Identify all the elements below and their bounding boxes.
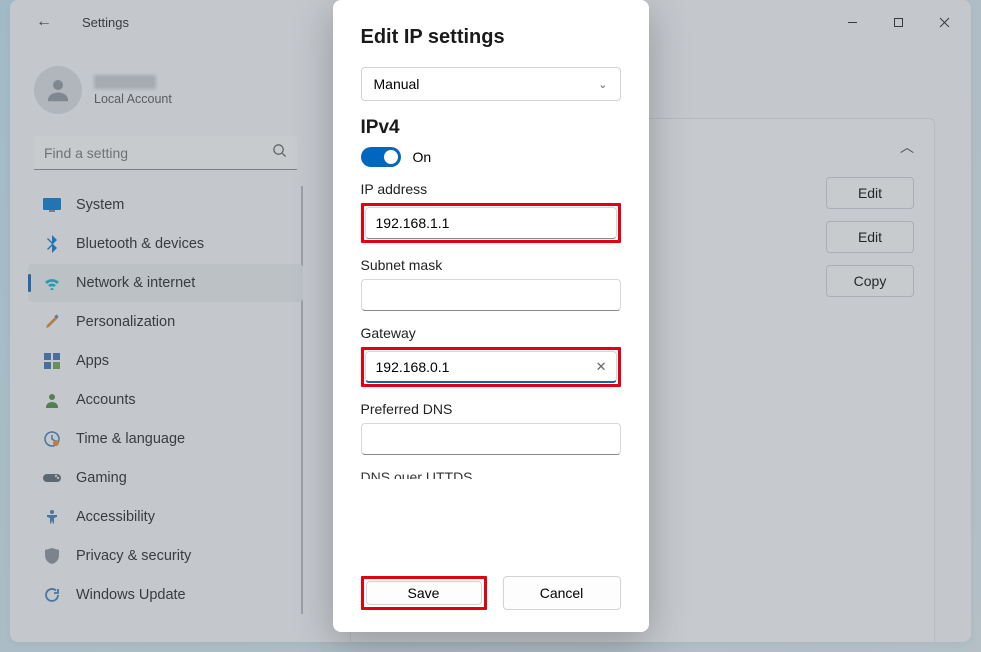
ip-address-input[interactable]	[365, 207, 617, 239]
dns-over-https-label: DNS ouer UTTDS	[361, 469, 621, 479]
subnet-mask-input[interactable]	[361, 279, 621, 311]
subnet-mask-label: Subnet mask	[361, 257, 621, 273]
save-button[interactable]: Save	[366, 581, 482, 605]
clear-icon[interactable]: ✕	[596, 359, 607, 375]
ipv4-toggle[interactable]	[361, 147, 401, 167]
ipv4-heading: IPv4	[361, 117, 621, 139]
modal-overlay: Edit IP settings Manual ⌄ IPv4 On IP add…	[0, 0, 981, 652]
ip-mode-select[interactable]: Manual ⌄	[361, 67, 621, 101]
gateway-label: Gateway	[361, 325, 621, 341]
cancel-button[interactable]: Cancel	[503, 576, 621, 610]
dialog-title: Edit IP settings	[361, 26, 621, 49]
gateway-input[interactable]	[365, 351, 617, 383]
ipv4-toggle-label: On	[413, 149, 432, 165]
chevron-down-icon: ⌄	[598, 78, 607, 91]
ip-mode-value: Manual	[374, 76, 420, 92]
edit-ip-dialog: Edit IP settings Manual ⌄ IPv4 On IP add…	[333, 0, 649, 632]
preferred-dns-label: Preferred DNS	[361, 401, 621, 417]
preferred-dns-input[interactable]	[361, 423, 621, 455]
ip-address-label: IP address	[361, 181, 621, 197]
